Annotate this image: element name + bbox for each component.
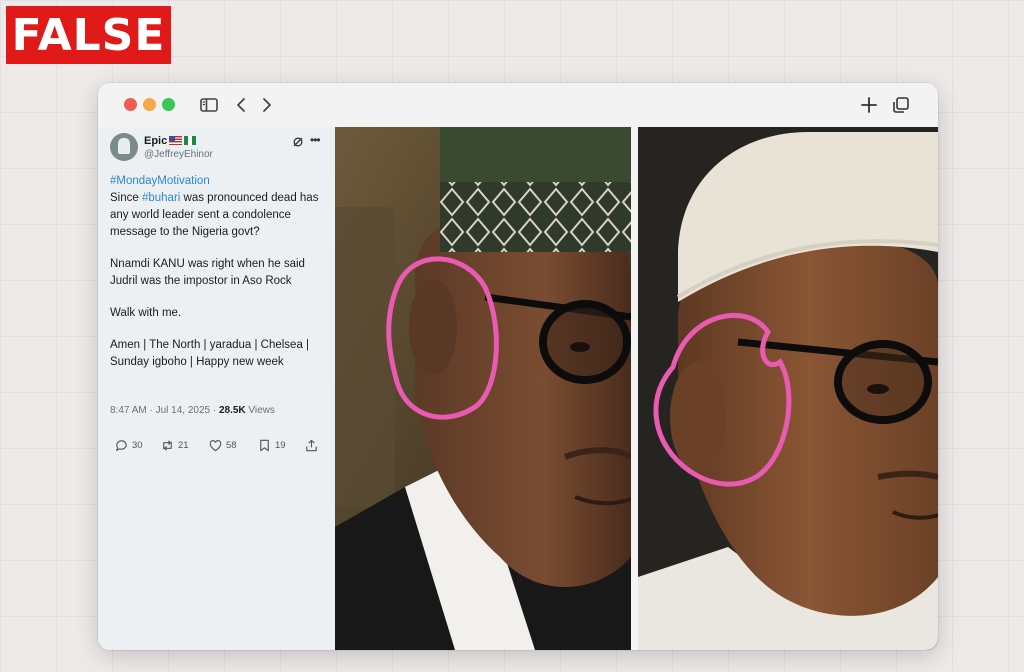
bookmark-count: 19 xyxy=(275,440,286,451)
tweet-actions: 30 21 58 19 xyxy=(114,438,324,456)
panel-divider xyxy=(631,127,638,650)
avatar[interactable] xyxy=(110,133,138,161)
tweet-paragraph: Nnamdi KANU was right when he said Judri… xyxy=(110,258,305,287)
bookmark-icon xyxy=(260,439,269,452)
tweet-handle[interactable]: @JeffreyEhinor xyxy=(144,149,213,160)
hashtag-link[interactable]: #MondayMotivation xyxy=(110,175,210,187)
reply-icon xyxy=(115,440,127,452)
tweet-paragraph: Amen | The North | yaradua | Chelsea | S… xyxy=(110,339,310,368)
tweet-timestamp[interactable]: 8:47 AM · Jul 14, 2025 · xyxy=(110,405,219,416)
repost-button[interactable]: 21 xyxy=(160,438,189,453)
us-flag-icon xyxy=(169,136,183,145)
left-portrait xyxy=(335,127,633,650)
share-icon xyxy=(306,439,317,452)
close-window-button[interactable] xyxy=(124,98,137,111)
tweet-paragraph: Walk with me. xyxy=(110,307,182,319)
heart-icon xyxy=(209,440,222,452)
tweet-card: Epic @JeffreyEhinor ••• #MondayMotivatio… xyxy=(98,127,335,650)
share-button[interactable] xyxy=(304,438,322,453)
like-count: 58 xyxy=(226,440,237,451)
zoom-window-button[interactable] xyxy=(162,98,175,111)
forward-icon[interactable] xyxy=(256,94,278,116)
tweet-body: #MondayMotivation Since #buhari was pron… xyxy=(110,173,328,386)
browser-window: Epic @JeffreyEhinor ••• #MondayMotivatio… xyxy=(98,83,938,650)
right-portrait xyxy=(638,127,938,650)
hashtag-link[interactable]: #buhari xyxy=(142,192,180,204)
nigeria-flag-icon xyxy=(184,136,197,145)
new-tab-icon[interactable] xyxy=(858,94,880,116)
bookmark-button[interactable]: 19 xyxy=(257,438,286,453)
tabs-overview-icon[interactable] xyxy=(890,94,912,116)
grok-icon[interactable] xyxy=(292,135,304,147)
repost-count: 21 xyxy=(178,440,189,451)
tweet-photo-comparison[interactable] xyxy=(335,127,938,650)
views-label: Views xyxy=(245,405,275,416)
more-options-icon[interactable]: ••• xyxy=(310,133,321,147)
tweet-display-name[interactable]: Epic xyxy=(144,135,197,147)
minimize-window-button[interactable] xyxy=(143,98,156,111)
views-count: 28.5K xyxy=(218,405,246,416)
like-button[interactable]: 58 xyxy=(208,438,237,453)
sidebar-toggle-icon[interactable] xyxy=(198,94,220,116)
browser-titlebar xyxy=(98,83,938,128)
back-icon[interactable] xyxy=(230,94,252,116)
false-verdict-badge: FALSE xyxy=(6,6,171,64)
reply-count: 30 xyxy=(132,440,143,451)
repost-icon xyxy=(163,440,172,451)
reply-button[interactable]: 30 xyxy=(114,438,143,453)
display-name-text: Epic xyxy=(144,135,168,147)
tweet-meta: 8:47 AM · Jul 14, 2025 · 28.5K Views xyxy=(110,405,275,416)
tweet-text: Since xyxy=(110,192,142,204)
